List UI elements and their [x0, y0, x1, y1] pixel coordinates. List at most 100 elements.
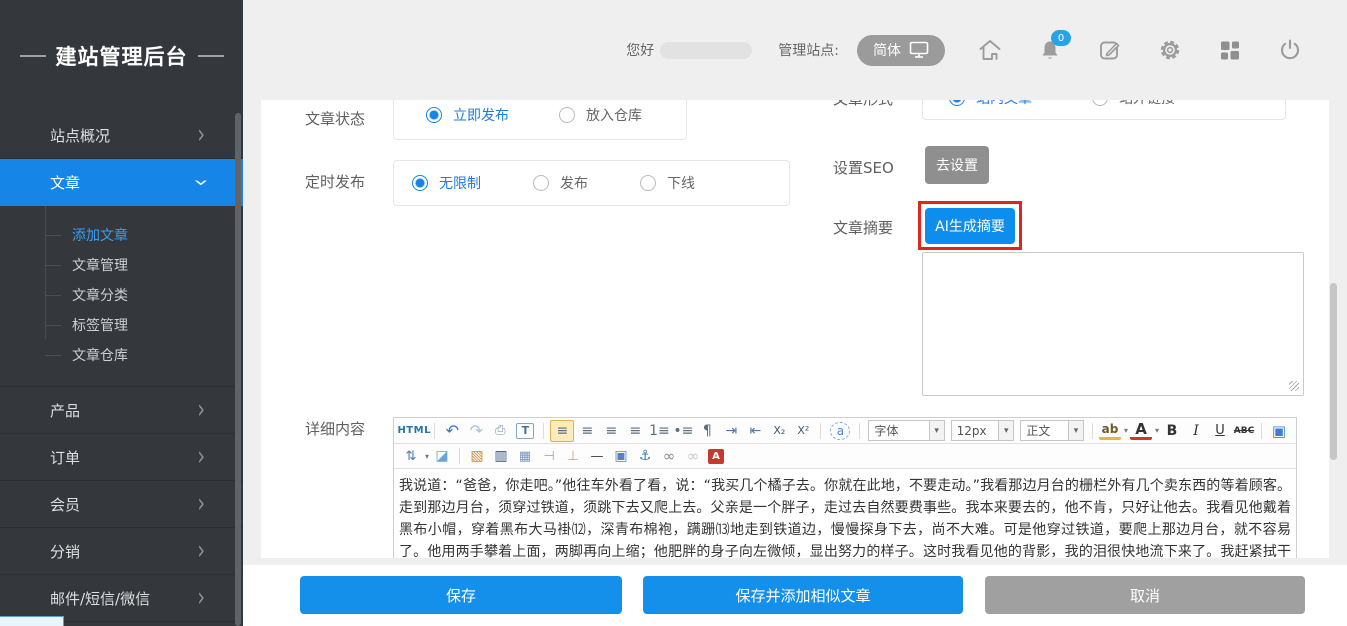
username-redacted [660, 42, 752, 59]
editor-toolbar-row1: HTML ↶ ↷ ⎙ T ≡ ≡ ≡ ≡ 1≡ •≡ ¶ ⇥ ⇤ X₂ [394, 418, 1296, 444]
toolbar-separator [543, 423, 544, 439]
radio-label: 下线 [667, 173, 695, 193]
submenu-item-article-category[interactable]: 文章分类 [0, 280, 243, 310]
paragraph-icon[interactable]: ¶ [696, 421, 718, 441]
submenu-item-add-article[interactable]: 添加文章 [0, 220, 243, 250]
greeting-text: 您好 [626, 40, 654, 60]
paragraph-format-select[interactable]: 正文 ▾ [1020, 420, 1084, 441]
radio-internal-article[interactable]: 站内文章 [949, 100, 1032, 108]
bold-icon[interactable]: B [1161, 421, 1183, 441]
caret-down-icon: ▾ [1068, 421, 1083, 440]
radio-selected-icon [426, 107, 442, 123]
seo-setup-button[interactable]: 去设置 [925, 146, 989, 184]
font-size-value: 12px [957, 424, 987, 438]
summary-textarea[interactable] [922, 252, 1304, 396]
power-icon[interactable] [1277, 37, 1303, 63]
bell-icon[interactable]: 0 [1037, 37, 1063, 63]
pagebreak-icon[interactable]: ⊣ [538, 446, 560, 466]
radio-icon [533, 175, 549, 191]
highlight-color-icon[interactable]: ab [1099, 422, 1121, 440]
font-family-select[interactable]: 字体 ▾ [868, 420, 944, 441]
gear-icon[interactable] [1157, 37, 1183, 63]
save-and-add-similar-button[interactable]: 保存并添加相似文章 [643, 576, 963, 614]
edit-icon[interactable] [1097, 37, 1123, 63]
ordered-list-icon[interactable]: 1≡ [648, 421, 670, 441]
detail-content-label: 详细内容 [305, 418, 365, 439]
save-button[interactable]: 保存 [300, 576, 622, 614]
italic-icon[interactable]: I [1185, 421, 1207, 441]
sidebar-item-articles[interactable]: 文章 › [0, 159, 243, 206]
sidebar-item-mail-sms-wechat[interactable]: 邮件/短信/微信 › [0, 575, 243, 622]
home-icon[interactable] [977, 37, 1003, 63]
editor-content[interactable]: 我说道：“爸爸，你走吧。”他往车外看了看，说：“我买几个橘子去。你就在此地，不要… [394, 469, 1296, 558]
ai-generate-summary-button[interactable]: AI生成摘要 [925, 208, 1015, 244]
main-scrollbar[interactable] [1330, 283, 1337, 460]
radio-publish-now[interactable]: 立即发布 [426, 105, 509, 125]
admin-backend-screen: 建站管理后台 站点概况 › 文章 › 添加文章 文章管理 文章分类 标签管理 文… [0, 0, 1347, 626]
radio-offline[interactable]: 下线 [640, 173, 695, 193]
html-source-icon[interactable]: HTML [400, 421, 428, 441]
underline-icon[interactable]: U [1209, 421, 1231, 441]
align-justify-icon[interactable]: ≡ [624, 421, 646, 441]
map-icon[interactable]: ▣ [610, 446, 632, 466]
strikethrough-icon[interactable]: ABC [1233, 421, 1255, 441]
anchor-icon[interactable]: ⚓ [634, 446, 656, 466]
seo-label: 设置SEO [833, 157, 894, 178]
font-color-icon[interactable]: A [1130, 421, 1152, 440]
template-icon[interactable]: ⊥ [562, 446, 584, 466]
align-left-icon[interactable]: ≡ [550, 420, 574, 442]
video-icon[interactable]: ▥ [490, 446, 512, 466]
timed-publish-field: 无限制 发布 下线 [393, 160, 790, 206]
app-title: 建站管理后台 [56, 41, 188, 71]
grid-icon[interactable] [1217, 37, 1243, 63]
radio-external-link[interactable]: 站外链接 [1092, 100, 1175, 108]
undo-icon[interactable]: ↶ [441, 421, 463, 441]
radio-to-warehouse[interactable]: 放入仓库 [559, 105, 642, 125]
outdent-icon[interactable]: ⇤ [744, 421, 766, 441]
link-icon[interactable]: ∞ [658, 446, 680, 466]
toolbar-separator [1092, 423, 1093, 439]
article-status-label: 文章状态 [305, 108, 365, 129]
hr-icon[interactable]: — [586, 446, 608, 466]
redo-icon[interactable]: ↷ [465, 421, 487, 441]
sidebar-scrollbar[interactable] [235, 113, 241, 626]
sidebar-item-site-overview[interactable]: 站点概况 › [0, 112, 243, 159]
indent-icon[interactable]: ⇥ [720, 421, 742, 441]
unlink-icon[interactable]: ∞ [682, 446, 704, 466]
radio-publish[interactable]: 发布 [533, 173, 588, 193]
sidebar-item-distribution[interactable]: 分销 › [0, 528, 243, 575]
submenu-item-article-manage[interactable]: 文章管理 [0, 250, 243, 280]
paste-text-icon[interactable]: T [516, 423, 534, 439]
sidebar-item-products[interactable]: 产品 › [0, 387, 243, 434]
article-status-field: 立即发布 放入仓库 [393, 100, 687, 140]
textarea-resize-handle[interactable] [1289, 381, 1299, 391]
autotypeset-icon[interactable]: a [830, 422, 850, 440]
subscript-icon[interactable]: X₂ [768, 421, 790, 441]
fullscreen-icon[interactable]: ▣ [1268, 421, 1290, 441]
radio-no-limit[interactable]: 无限制 [412, 173, 481, 193]
word-import-icon[interactable]: A [708, 449, 724, 464]
eraser-icon[interactable]: ◪ [431, 446, 453, 466]
radio-selected-icon [949, 100, 965, 106]
sidebar-item-label: 会员 [50, 494, 80, 515]
submenu-item-article-warehouse[interactable]: 文章仓库 [0, 340, 243, 370]
caret-down-icon[interactable]: ▾ [425, 452, 429, 461]
sidebar-item-members[interactable]: 会员 › [0, 481, 243, 528]
print-icon[interactable]: ⎙ [489, 421, 511, 441]
manage-site-label: 管理站点: [778, 40, 839, 60]
cancel-button[interactable]: 取消 [985, 576, 1305, 614]
font-size-select[interactable]: 12px ▾ [951, 420, 1015, 441]
link-preview-tooltip [0, 616, 64, 626]
table-icon[interactable]: ▦ [514, 446, 536, 466]
align-center-icon[interactable]: ≡ [576, 421, 598, 441]
unordered-list-icon[interactable]: •≡ [672, 421, 694, 441]
superscript-icon[interactable]: X² [792, 421, 814, 441]
language-switch-button[interactable]: 简体 [857, 35, 945, 66]
align-right-icon[interactable]: ≡ [600, 421, 622, 441]
sidebar-item-orders[interactable]: 订单 › [0, 434, 243, 481]
image-icon[interactable]: ▧ [466, 446, 488, 466]
line-height-icon[interactable]: ⇅ [400, 446, 422, 466]
caret-down-icon[interactable]: ▾ [1124, 426, 1128, 435]
submenu-item-tag-manage[interactable]: 标签管理 [0, 310, 243, 340]
caret-down-icon[interactable]: ▾ [1155, 426, 1159, 435]
